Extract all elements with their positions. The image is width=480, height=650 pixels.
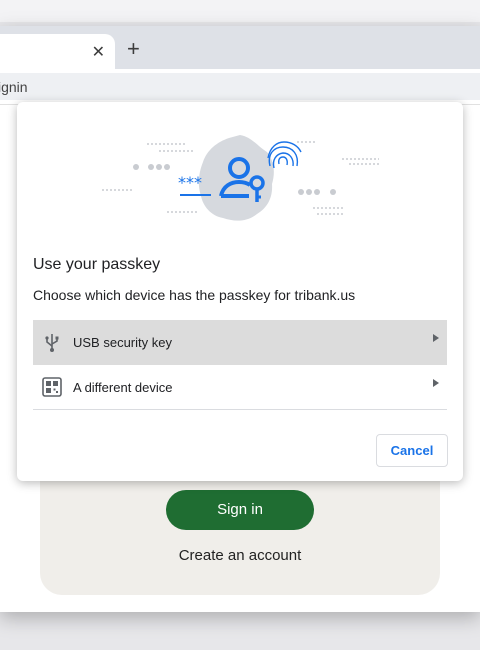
dialog-title: Use your passkey	[33, 256, 161, 273]
create-account-link[interactable]: Create an account	[40, 547, 440, 564]
passkey-illustration: ***	[102, 135, 381, 221]
dialog-divider	[33, 409, 447, 410]
qr-code-icon	[41, 376, 63, 398]
new-tab-button[interactable]: +	[127, 38, 140, 60]
option-label: A different device	[73, 380, 173, 395]
toolbar: ignin	[0, 69, 480, 105]
option-label: USB security key	[73, 335, 172, 350]
chevron-right-icon	[433, 334, 439, 342]
url-text: ignin	[0, 79, 28, 95]
chevron-right-icon	[433, 379, 439, 387]
signin-button[interactable]: Sign in	[166, 490, 314, 530]
usb-icon	[41, 331, 63, 353]
dialog-subtitle: Choose which device has the passkey for …	[33, 287, 356, 303]
address-bar[interactable]: ignin	[0, 73, 480, 100]
svg-text:***: ***	[178, 173, 202, 192]
cancel-button[interactable]: Cancel	[376, 434, 448, 467]
option-usb-security-key[interactable]: USB security key	[33, 320, 447, 365]
option-different-device[interactable]: A different device	[33, 365, 447, 410]
active-tab[interactable]: ✕	[0, 34, 115, 69]
close-tab-icon[interactable]: ✕	[92, 42, 105, 62]
passkey-dialog: *** Use your passkey Choose which device…	[17, 102, 463, 481]
tab-bar: ✕ +	[0, 26, 480, 69]
